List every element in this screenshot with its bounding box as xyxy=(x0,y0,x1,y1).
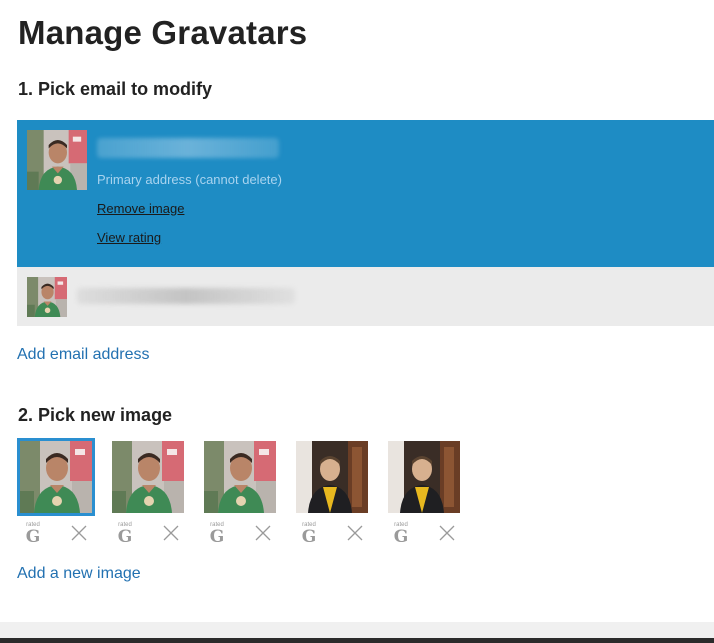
gravatar-image-item: rated G xyxy=(109,438,187,550)
rating-letter: G xyxy=(25,527,41,547)
gravatar-image-thumbnail[interactable] xyxy=(17,438,95,516)
delete-image-icon[interactable] xyxy=(254,524,272,542)
add-new-image-link[interactable]: Add a new image xyxy=(17,565,141,583)
email-row[interactable] xyxy=(17,267,714,326)
gravatar-image-thumbnail[interactable] xyxy=(201,438,279,516)
gravatar-image-item: rated G xyxy=(293,438,371,550)
rated-g-icon[interactable]: rated G xyxy=(299,522,319,547)
gravatar-image xyxy=(20,441,92,513)
rated-g-icon[interactable]: rated G xyxy=(23,522,43,547)
gravatar-image xyxy=(204,441,276,513)
blurred-email-address xyxy=(97,138,279,158)
gravatar-image-thumbnail[interactable] xyxy=(385,438,463,516)
manage-gravatars-page: Manage Gravatars 1. Pick email to modify… xyxy=(0,0,714,643)
gravatar-image-item: rated G xyxy=(385,438,463,550)
rating-letter: G xyxy=(301,527,317,547)
delete-image-icon[interactable] xyxy=(70,524,88,542)
rated-g-icon[interactable]: rated G xyxy=(207,522,227,547)
rated-g-icon[interactable]: rated G xyxy=(391,522,411,547)
rated-g-icon[interactable]: rated G xyxy=(115,522,135,547)
footer-bar xyxy=(0,638,714,643)
delete-image-icon[interactable] xyxy=(346,524,364,542)
rating-letter: G xyxy=(209,527,225,547)
avatar xyxy=(27,130,87,190)
gravatar-image-thumbnail[interactable] xyxy=(293,438,371,516)
delete-image-icon[interactable] xyxy=(162,524,180,542)
gravatar-image-item: rated G xyxy=(17,438,95,550)
gravatar-image-thumbnail[interactable] xyxy=(109,438,187,516)
gravatar-image xyxy=(296,441,368,513)
section-pick-email-title: 1. Pick email to modify xyxy=(18,79,213,99)
email-row-selected[interactable]: Primary address (cannot delete) Remove i… xyxy=(17,120,714,267)
delete-image-icon[interactable] xyxy=(438,524,456,542)
view-rating-link[interactable]: View rating xyxy=(97,230,161,245)
primary-address-note: Primary address (cannot delete) xyxy=(97,172,282,187)
remove-image-link[interactable]: Remove image xyxy=(97,201,184,216)
gravatar-image xyxy=(388,441,460,513)
gravatar-image-item: rated G xyxy=(201,438,279,550)
page-title: Manage Gravatars xyxy=(18,14,308,51)
add-email-address-link[interactable]: Add email address xyxy=(17,346,150,364)
rating-letter: G xyxy=(117,527,133,547)
avatar xyxy=(27,277,67,317)
blurred-email-address xyxy=(77,288,295,304)
footer-band xyxy=(0,622,714,638)
gravatar-image xyxy=(112,441,184,513)
section-pick-image-title: 2. Pick new image xyxy=(18,405,173,425)
rating-letter: G xyxy=(393,527,409,547)
